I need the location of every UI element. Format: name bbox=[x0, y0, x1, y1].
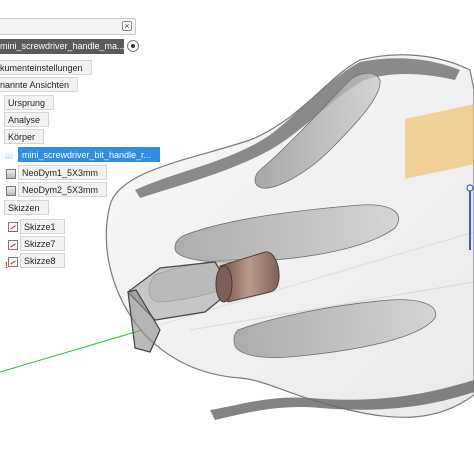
sketch-icon bbox=[8, 222, 18, 232]
tree-node-sketches[interactable]: Skizzen bbox=[4, 200, 49, 215]
active-document-radio-icon[interactable] bbox=[127, 40, 139, 52]
tree-node-body-handle[interactable]: mini_screwdriver_bit_handle_r... bbox=[18, 147, 161, 162]
tree-node-doc-settings[interactable]: kumenteinstellungen bbox=[0, 60, 92, 75]
magnet-insert-face bbox=[215, 265, 233, 303]
document-name-row[interactable]: mini_screwdriver_handle_ma... bbox=[0, 39, 124, 54]
body-icon bbox=[4, 150, 14, 160]
sketch-point[interactable] bbox=[466, 184, 474, 192]
browser-panel: × mini_screwdriver_handle_ma... kumentei… bbox=[0, 0, 161, 275]
tree-node-body-neodym2[interactable]: NeoDym2_5X3mm bbox=[18, 182, 108, 197]
body-icon bbox=[6, 186, 16, 196]
tree-node-sketch7[interactable]: Skizze7 bbox=[20, 236, 65, 251]
browser-header-bar: × bbox=[0, 18, 136, 35]
tree-node-bodies[interactable]: Körper bbox=[4, 129, 45, 144]
tree-node-sketch1[interactable]: Skizze1 bbox=[20, 219, 65, 234]
sketch-warning-icon bbox=[5, 257, 18, 270]
close-icon[interactable]: × bbox=[122, 21, 132, 31]
body-icon bbox=[6, 169, 16, 179]
sketch-icon bbox=[8, 240, 18, 250]
tree-node-origin[interactable]: Ursprung bbox=[4, 95, 55, 110]
tree-node-body-neodym1[interactable]: NeoDym1_5X3mm bbox=[18, 165, 108, 180]
tree-node-sketch8[interactable]: Skizze8 bbox=[20, 253, 65, 268]
tree-node-named-views[interactable]: nannte Ansichten bbox=[0, 77, 79, 92]
tree-node-analysis[interactable]: Analyse bbox=[4, 112, 50, 127]
